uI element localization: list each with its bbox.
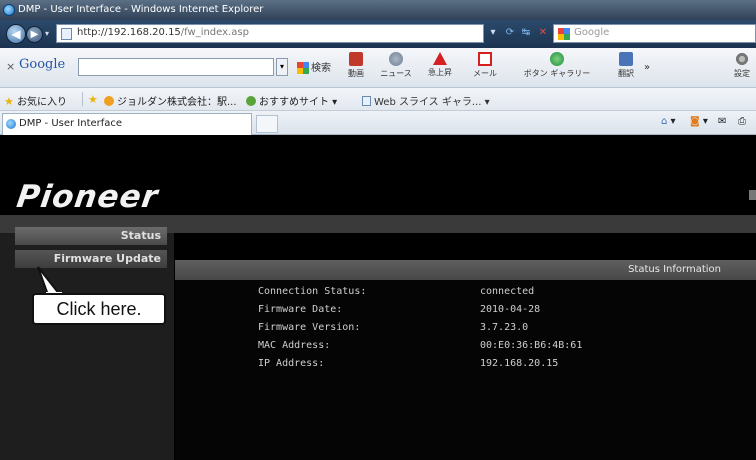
info-label: Firmware Version: (258, 322, 361, 333)
info-label: Firmware Date: (258, 304, 343, 315)
toolbar-news-button[interactable]: ニュース (376, 52, 416, 84)
google-search-input[interactable] (78, 58, 274, 76)
main-header: Status Information (175, 260, 756, 280)
feed-icon: ◙ (690, 116, 700, 127)
title-bar: DMP - User Interface - Windows Internet … (0, 0, 756, 20)
page-header: Pioneer (0, 135, 756, 215)
ie-icon (6, 119, 16, 129)
info-value: 00:E0:36:B6:4B:61 (480, 340, 583, 351)
toolbar-translate-button[interactable]: 翻訳 (614, 52, 638, 84)
star-icon: ★ (4, 95, 14, 108)
info-value: 192.168.20.15 (480, 358, 559, 369)
forward-button[interactable]: ▶ (26, 26, 43, 43)
news-icon (389, 52, 403, 66)
google-icon (558, 28, 570, 40)
info-value: 3.7.23.0 (480, 322, 529, 333)
tab-bar: DMP - User Interface ⌂ ▾ ◙ ▾ ✉ ⎙ (0, 111, 756, 135)
browser-window: DMP - User Interface - Windows Internet … (0, 0, 756, 460)
wrench-icon (735, 52, 749, 66)
google-search-dropdown[interactable]: ▾ (276, 58, 288, 76)
compat-view-icon[interactable]: ↹ (519, 26, 533, 40)
sidebar-item-status[interactable]: Status (15, 227, 167, 245)
translate-icon (619, 52, 633, 66)
window-title: DMP - User Interface - Windows Internet … (18, 4, 264, 15)
callout-pointer (37, 266, 62, 295)
print-icon: ⎙ (738, 116, 746, 127)
google-toolbar: × Google ▾ 検索 動画 ニュース 急上昇 メール ボタン ギャラリー … (0, 48, 756, 88)
ie-icon (3, 4, 15, 16)
read-mail-button[interactable]: ✉ (718, 116, 726, 127)
tab-dmp-user-interface[interactable]: DMP - User Interface (2, 113, 252, 135)
search-placeholder: Google (574, 27, 610, 38)
site-icon (104, 96, 114, 106)
favorites-button[interactable]: ★ お気に入り (4, 93, 67, 108)
info-value: connected (480, 286, 535, 297)
mail-icon (478, 52, 492, 66)
suggested-sites-icon (246, 96, 256, 106)
mail-icon: ✉ (718, 116, 727, 127)
google-logo: Google (19, 57, 66, 72)
toolbar-video-button[interactable]: 動画 (342, 52, 370, 84)
info-label: IP Address: (258, 358, 325, 369)
arrow-up-icon (433, 52, 447, 65)
address-input[interactable]: http://192.168.20.15/fw_index.asp (56, 24, 484, 43)
print-button[interactable]: ⎙ (738, 116, 746, 127)
favorite-link-webslice[interactable]: Web スライス ギャラ... ▾ (362, 93, 490, 108)
favorites-bar: ★ お気に入り ★ ジョルダン株式会社：駅... おすすめサイト ▾ Web ス… (0, 88, 756, 111)
toolbar-trending-button[interactable]: 急上昇 (423, 52, 457, 84)
home-button[interactable]: ⌂ ▾ (661, 116, 676, 127)
back-button[interactable]: ◀ (6, 24, 26, 44)
url-text: http://192.168.20.15/fw_index.asp (77, 27, 249, 38)
back-arrow-icon: ◀ (11, 27, 21, 41)
page-icon (61, 28, 72, 40)
favorite-link-jorudan[interactable]: ジョルダン株式会社：駅... (104, 93, 237, 108)
favorite-link-suggested[interactable]: おすすめサイト ▾ (246, 93, 337, 108)
new-tab-button[interactable] (256, 115, 278, 133)
info-value: 2010-04-28 (480, 304, 541, 315)
address-row: ◀ ▶ ▾ http://192.168.20.15/fw_index.asp … (0, 20, 756, 48)
gallery-icon (550, 52, 564, 66)
callout-label: Click here. (32, 293, 166, 325)
toolbar-more-button[interactable]: » (644, 62, 650, 73)
page-icon (362, 96, 371, 106)
refresh-icon[interactable]: ⟳ (503, 26, 517, 40)
home-icon: ⌂ (661, 116, 668, 127)
add-favorite-icon[interactable]: ★ (88, 93, 98, 106)
recent-pages-dropdown[interactable]: ▾ (45, 29, 53, 39)
google-search-button[interactable]: 検索 (292, 59, 336, 91)
address-dropdown[interactable]: ▾ (486, 26, 500, 40)
search-input[interactable]: Google (553, 24, 756, 43)
divider (82, 92, 83, 106)
info-label: Connection Status: (258, 286, 367, 297)
pioneer-logo: Pioneer (14, 179, 161, 215)
close-icon[interactable]: × (6, 60, 15, 73)
google-icon (297, 62, 309, 74)
toolbar-gallery-button[interactable]: ボタン ギャラリー (514, 52, 600, 84)
toolbar-settings-button[interactable]: 設定 (728, 52, 756, 84)
toolbar-mail-button[interactable]: メール (468, 52, 502, 84)
stop-icon[interactable]: ✕ (536, 26, 550, 40)
header-marker (749, 190, 756, 200)
forward-arrow-icon: ▶ (30, 29, 39, 40)
video-icon (349, 52, 363, 66)
feeds-button[interactable]: ◙ ▾ (690, 116, 708, 127)
info-label: MAC Address: (258, 340, 331, 351)
main-header-title: Status Information (628, 264, 721, 275)
